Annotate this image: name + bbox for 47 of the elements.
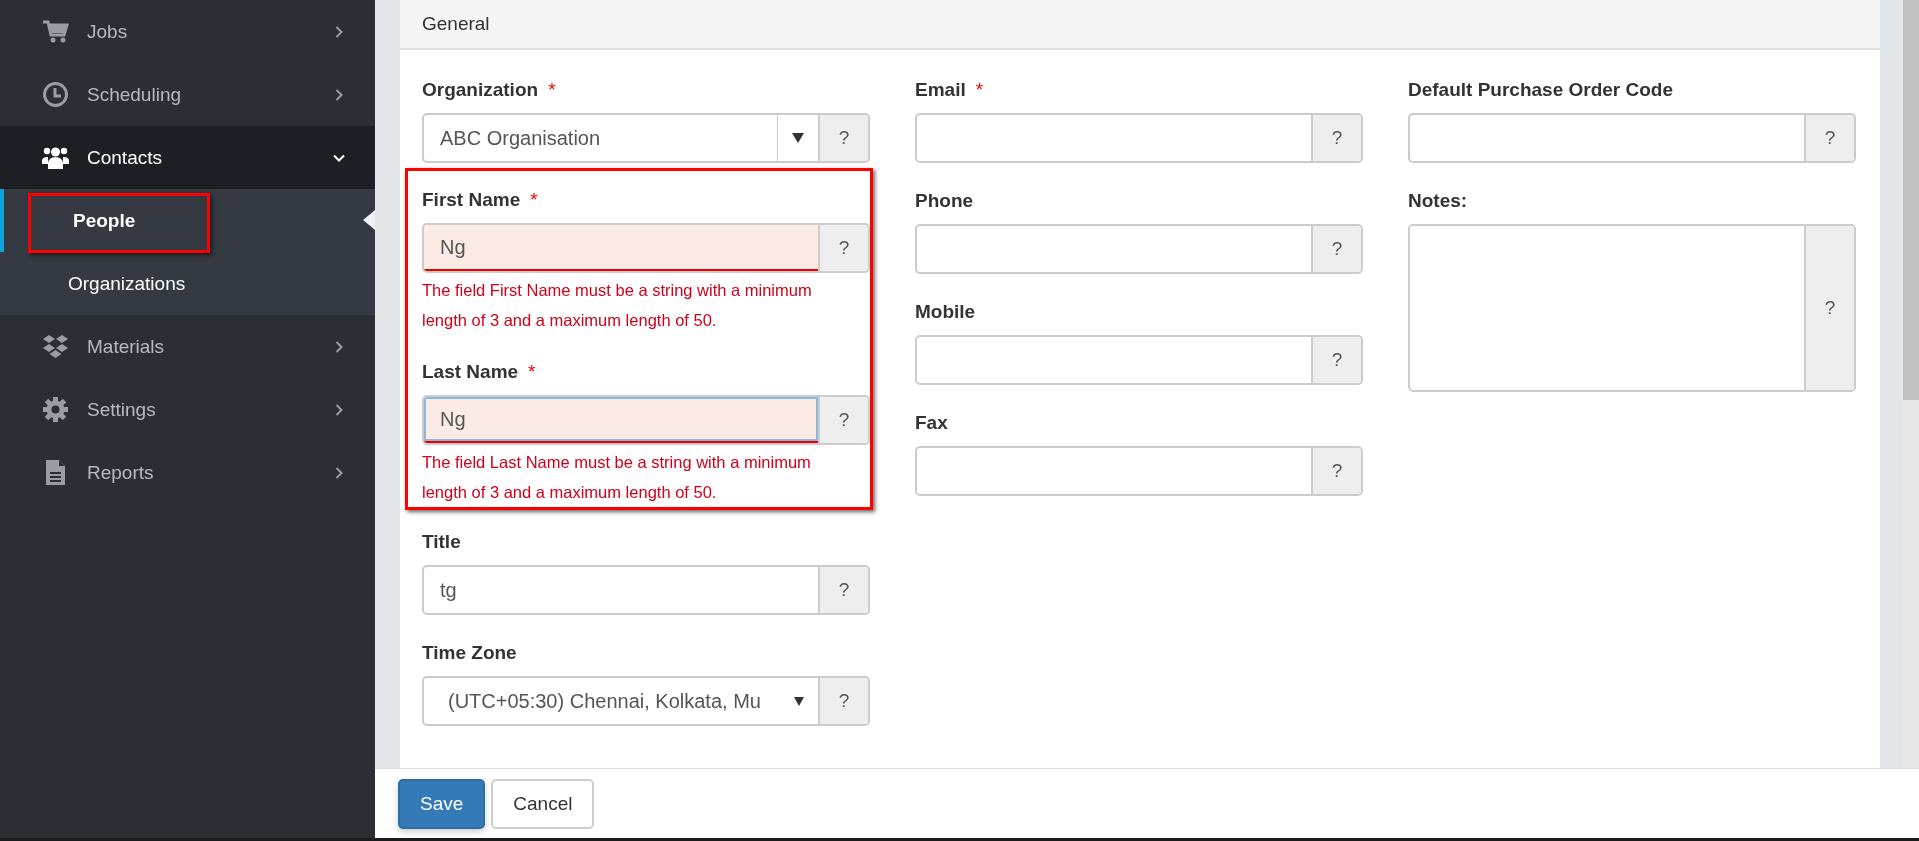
- chevron-right-icon: [333, 340, 345, 353]
- error-message: The field Last Name must be a string with a minimum length of 3 and a maximum length of 50.: [422, 452, 812, 503]
- required-marker: *: [548, 78, 556, 102]
- field-label: Fax: [915, 411, 948, 435]
- sidebar-item-label: Jobs: [87, 20, 129, 43]
- scrollbar[interactable]: [1903, 0, 1919, 768]
- sidebar-item-label: Reports: [87, 461, 155, 484]
- clock-icon: [42, 81, 69, 108]
- chevron-right-icon: [333, 466, 345, 479]
- sidebar-item-label: Settings: [87, 398, 157, 421]
- sidebar-item[interactable]: Reports: [0, 441, 375, 504]
- sidebar-item[interactable]: Jobs: [0, 0, 375, 63]
- chevron-right-icon: [333, 88, 345, 101]
- field-label: Organization: [422, 78, 539, 102]
- field-label: Time Zone: [422, 641, 517, 665]
- required-marker: *: [530, 188, 538, 212]
- boxes-icon: [42, 333, 69, 360]
- input-field[interactable]: Ng: [424, 397, 818, 443]
- sidebar-subitem[interactable]: Organizations: [0, 252, 375, 315]
- field-label: Email: [915, 78, 966, 102]
- panel-title: General: [422, 13, 490, 35]
- sidebar-item[interactable]: Contacts: [0, 126, 375, 189]
- sidebar-item-label: Contacts: [87, 146, 163, 169]
- field-label: Last Name: [422, 360, 519, 384]
- save-button[interactable]: Save: [398, 778, 486, 829]
- field-label: Title: [422, 530, 461, 554]
- field-label: Notes:: [1408, 189, 1468, 213]
- required-marker: *: [975, 78, 984, 102]
- cancel-button[interactable]: Cancel: [491, 778, 595, 829]
- field-label: First Name: [422, 188, 521, 212]
- error-message: The field First Name must be a string with a minimum length of 3 and a maximum length of 50.: [422, 280, 813, 331]
- sidebar-item[interactable]: Scheduling: [0, 63, 375, 126]
- chevron-right-icon: [333, 25, 345, 38]
- field-label: Phone: [915, 189, 974, 213]
- field-label: Default Purchase Order Code: [1408, 78, 1674, 102]
- gear-icon: [42, 396, 69, 423]
- help-button[interactable]: ?: [818, 397, 868, 443]
- cart-icon: [42, 18, 69, 45]
- sidebar-item[interactable]: Materials: [0, 315, 375, 378]
- chevron-right-icon: [333, 403, 345, 416]
- sidebar-item-label: Scheduling: [87, 83, 183, 106]
- required-marker: *: [528, 360, 536, 384]
- field-label: Mobile: [915, 300, 976, 324]
- sidebar-item-label: Materials: [87, 335, 166, 358]
- sidebar-item[interactable]: Settings: [0, 378, 375, 441]
- input-field[interactable]: Ng: [424, 225, 818, 271]
- help-button[interactable]: ?: [818, 225, 868, 271]
